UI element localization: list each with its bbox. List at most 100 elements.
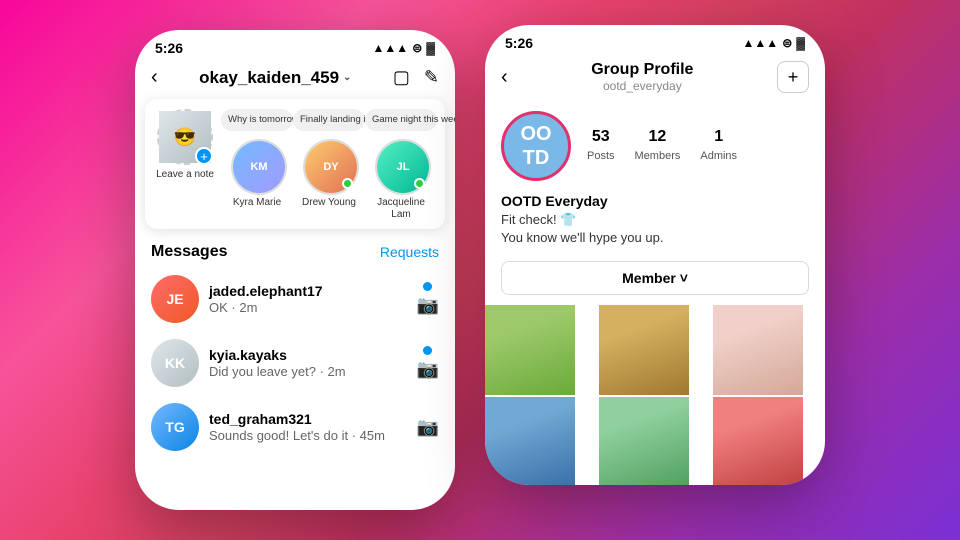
battery-icon-left: ▓	[426, 41, 435, 55]
kyia-avatar: KK	[151, 339, 199, 387]
story-self[interactable]: 😎 + Leave a note	[153, 109, 217, 181]
group-add-button[interactable]: +	[777, 61, 809, 93]
add-icon: +	[788, 67, 799, 88]
story-bubble-drew: Finally landing in NYC! ❤️	[293, 109, 365, 131]
group-bio-line1: Fit check! 👕	[501, 211, 809, 229]
wifi-icon-left: ⊜	[412, 41, 422, 55]
status-bar-left: 5:26 ▲▲▲ ⊜ ▓	[135, 30, 455, 60]
jaded-avatar-img: JE	[151, 275, 199, 323]
ted-camera-icon[interactable]: 📷	[417, 417, 439, 438]
wifi-icon-right: ⊜	[782, 36, 792, 50]
ted-avatar: TG	[151, 403, 199, 451]
story-name-kyra: Kyra Marie	[233, 197, 281, 209]
status-bar-right: 5:26 ▲▲▲ ⊜ ▓	[485, 25, 825, 55]
stat-admins: 1 Admins	[700, 128, 737, 164]
stat-admins-label: Admins	[700, 150, 737, 162]
group-nav: ‹ Group Profile ootd_everyday +	[485, 55, 825, 99]
group-subtitle: ootd_everyday	[591, 79, 693, 93]
status-icons-right: ▲▲▲ ⊜ ▓	[743, 36, 805, 50]
kyia-msg-right: 📷	[417, 346, 439, 380]
stat-members-number: 12	[635, 128, 681, 146]
group-stats: 53 Posts 12 Members 1 Admins	[587, 128, 737, 164]
video-call-icon[interactable]: ▢	[393, 67, 410, 88]
story-bubble-jacq: Game night this weekend? 🎲	[365, 109, 437, 131]
message-item-ted[interactable]: TG ted_graham321 Sounds good! Let's do i…	[135, 395, 455, 459]
photo-grid	[485, 305, 825, 485]
kyia-username: kyia.kayaks	[209, 347, 407, 363]
group-avatar: OO TD	[501, 111, 571, 181]
jacq-online-indicator	[414, 178, 425, 189]
jaded-avatar: JE	[151, 275, 199, 323]
kyra-avatar: KM	[231, 139, 287, 195]
story-kyra[interactable]: Why is tomorrow Monday!? 😅 KM Kyra Marie	[225, 109, 289, 209]
messages-header: Messages Requests	[135, 233, 455, 267]
kyia-unread-dot	[423, 346, 432, 355]
ted-preview: Sounds good! Let's do it · 45m	[209, 428, 407, 443]
status-icons-left: ▲▲▲ ⊜ ▓	[373, 41, 435, 55]
status-time-right: 5:26	[505, 35, 533, 51]
ted-avatar-img: TG	[151, 403, 199, 451]
messages-title: Messages	[151, 243, 228, 261]
kyia-camera-icon[interactable]: 📷	[417, 359, 439, 380]
story-drew[interactable]: Finally landing in NYC! ❤️ DY Drew Young	[297, 109, 361, 209]
photo-cell-5[interactable]	[599, 397, 689, 485]
photo-cell-3[interactable]	[713, 305, 803, 395]
back-button[interactable]: ‹	[151, 66, 158, 89]
story-name-self: Leave a note	[156, 169, 214, 181]
group-title: Group Profile	[591, 61, 693, 79]
group-profile-section: OO TD 53 Posts 12 Members 1 Admins	[485, 99, 825, 193]
photo-cell-4[interactable]	[485, 397, 575, 485]
add-story-button[interactable]: +	[195, 147, 213, 165]
edit-icon[interactable]: ✎	[424, 67, 439, 88]
signal-icon-right: ▲▲▲	[743, 36, 779, 50]
jaded-preview: OK · 2m	[209, 300, 407, 315]
message-item-kyia[interactable]: KK kyia.kayaks Did you leave yet? · 2m 📷	[135, 331, 455, 395]
stat-members-label: Members	[635, 150, 681, 162]
message-item-jaded[interactable]: JE jaded.elephant17 OK · 2m 📷	[135, 267, 455, 331]
kyia-info: kyia.kayaks Did you leave yet? · 2m	[209, 347, 407, 379]
stat-posts-number: 53	[587, 128, 615, 146]
jaded-camera-icon[interactable]: 📷	[417, 295, 439, 316]
stories-container: 😎 + Leave a note Why is tomorrow Monday!…	[145, 99, 445, 229]
member-button[interactable]: Member ˅	[501, 261, 809, 295]
member-button-label: Member ˅	[622, 270, 688, 286]
story-name-jacq: Jacqueline Lam	[369, 197, 433, 221]
nav-title[interactable]: okay_kaiden_459 ⌄	[199, 68, 351, 88]
nav-username: okay_kaiden_459	[199, 68, 339, 88]
battery-icon-right: ▓	[796, 36, 805, 50]
jaded-username: jaded.elephant17	[209, 283, 407, 299]
kyia-avatar-img: KK	[151, 339, 199, 387]
story-bubble-kyra: Why is tomorrow Monday!? 😅	[221, 109, 293, 131]
jacq-avatar-wrap: JL	[373, 137, 429, 193]
nav-bar-left: ‹ okay_kaiden_459 ⌄ ▢ ✎	[135, 60, 455, 95]
chevron-down-icon: ⌄	[343, 72, 351, 83]
photo-cell-6[interactable]	[713, 397, 803, 485]
stat-posts: 53 Posts	[587, 128, 615, 164]
ted-info: ted_graham321 Sounds good! Let's do it ·…	[209, 411, 407, 443]
group-back-button[interactable]: ‹	[501, 66, 508, 89]
group-bio: OOTD Everyday Fit check! 👕 You know we'l…	[485, 193, 825, 257]
jaded-msg-right: 📷	[417, 282, 439, 316]
requests-link[interactable]: Requests	[380, 244, 439, 260]
stat-admins-number: 1	[700, 128, 737, 146]
stat-posts-label: Posts	[587, 150, 615, 162]
photo-cell-1[interactable]	[485, 305, 575, 395]
status-time-left: 5:26	[155, 40, 183, 56]
nav-icons: ▢ ✎	[393, 67, 439, 88]
group-bio-name: OOTD Everyday	[501, 193, 809, 209]
signal-icon-left: ▲▲▲	[373, 41, 409, 55]
drew-online-indicator	[342, 178, 353, 189]
group-nav-center: Group Profile ootd_everyday	[591, 61, 693, 93]
ted-username: ted_graham321	[209, 411, 407, 427]
story-jacq[interactable]: Game night this weekend? 🎲 JL Jacqueline…	[369, 109, 433, 221]
jaded-info: jaded.elephant17 OK · 2m	[209, 283, 407, 315]
kyra-avatar-wrap: KM	[229, 137, 285, 193]
jaded-unread-dot	[423, 282, 432, 291]
group-bio-line2: You know we'll hype you up.	[501, 229, 809, 247]
group-avatar-text: OO TD	[520, 122, 551, 170]
stat-members: 12 Members	[635, 128, 681, 164]
stories-row: 😎 + Leave a note Why is tomorrow Monday!…	[153, 109, 437, 221]
photo-cell-2[interactable]	[599, 305, 689, 395]
right-phone: 5:26 ▲▲▲ ⊜ ▓ ‹ Group Profile ootd_everyd…	[485, 25, 825, 485]
kyia-preview: Did you leave yet? · 2m	[209, 364, 407, 379]
